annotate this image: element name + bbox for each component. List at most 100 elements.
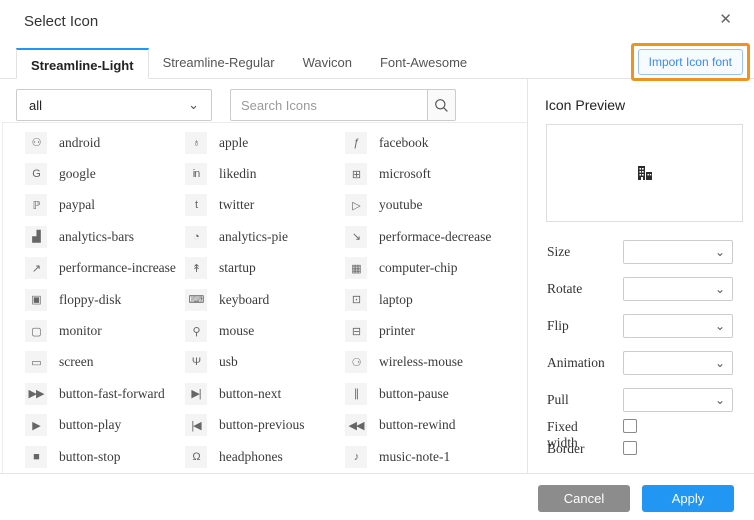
icon-list-item-headphones[interactable]: Ω headphones [185,446,345,468]
list-icon: ⚲ [185,320,207,342]
list-icon: ↘ [345,226,367,248]
pull-select[interactable]: ⌄ [623,388,733,412]
icon-preview-heading: Icon Preview [545,97,625,113]
icon-list-item-performace-decrease[interactable]: ↘ performace-decrease [345,226,505,248]
icon-list-item-printer[interactable]: ⊟ printer [345,320,505,342]
list-icon: ⊡ [345,289,367,311]
category-select[interactable]: all ⌄ [16,89,212,121]
fixed-width-checkbox[interactable] [623,419,637,433]
icon-list-item-computer-chip[interactable]: ▦ computer-chip [345,257,505,279]
size-label: Size [547,244,570,260]
size-select[interactable]: ⌄ [623,240,733,264]
icon-list-panel: ⚇ android ♁ apple ƒ facebook G google [2,122,527,474]
icon-name-label: google [59,166,96,182]
search-area [230,89,456,121]
icon-name-label: button-fast-forward [59,386,165,402]
animation-select[interactable]: ⌄ [623,351,733,375]
search-input[interactable] [230,89,427,121]
icon-list-item-screen[interactable]: ▭ screen [25,351,185,373]
setting-row-animation: Animation ⌄ [547,351,743,375]
icon-name-label: paypal [59,197,95,213]
list-icon: t [185,194,207,216]
icon-list-item-button-stop[interactable]: ■ button-stop [25,446,185,468]
icon-list-item-wireless-mouse[interactable]: ⚆ wireless-mouse [345,351,505,373]
icon-list-item-analytics-pie[interactable]: ◔ analytics-pie [185,226,345,248]
icon-name-label: laptop [379,292,413,308]
border-label: Border [547,441,585,457]
icon-list-item-music-note-1[interactable]: ♪ music-note-1 [345,446,505,468]
icon-list-item-paypal[interactable]: ℙ paypal [25,194,185,216]
dialog-title: Select Icon [24,13,98,30]
icon-name-label: facebook [379,135,428,151]
apply-button[interactable]: Apply [642,485,734,512]
cancel-button[interactable]: Cancel [538,485,630,512]
icon-name-label: floppy-disk [59,292,121,308]
list-icon: ⌨ [185,289,207,311]
chevron-down-icon: ⌄ [715,245,725,259]
icon-list-item-microsoft[interactable]: ⊞ microsoft [345,163,505,185]
list-icon: ⊟ [345,320,367,342]
icon-list-item-floppy-disk[interactable]: ▣ floppy-disk [25,289,185,311]
icon-name-label: screen [59,354,93,370]
icon-list-item-youtube[interactable]: ▷ youtube [345,194,505,216]
tab-streamline-regular[interactable]: Streamline-Regular [149,47,289,78]
icon-name-label: apple [219,135,248,151]
icon-name-label: button-next [219,386,281,402]
category-select-value: all [29,98,42,113]
icon-name-label: wireless-mouse [379,354,463,370]
icon-list-item-twitter[interactable]: t twitter [185,194,345,216]
list-icon: in [185,163,207,185]
setting-row-pull: Pull ⌄ [547,388,743,412]
list-icon: ▷ [345,194,367,216]
icon-list-item-laptop[interactable]: ⊡ laptop [345,289,505,311]
icon-list-item-keyboard[interactable]: ⌨ keyboard [185,289,345,311]
icon-list-item-button-next[interactable]: ▶| button-next [185,383,345,405]
tab-streamline-light[interactable]: Streamline-Light [16,48,149,79]
icon-grid: ⚇ android ♁ apple ƒ facebook G google [3,123,527,474]
icon-list-item-button-previous[interactable]: |◀ button-previous [185,414,345,436]
icon-list-item-analytics-bars[interactable]: ▟ analytics-bars [25,226,185,248]
icon-name-label: microsoft [379,166,431,182]
icon-name-label: button-rewind [379,417,456,433]
icon-list-item-monitor[interactable]: ▢ monitor [25,320,185,342]
icon-list-item-google[interactable]: G google [25,163,185,185]
close-icon[interactable]: ✕ [719,10,732,30]
tab-font-awesome[interactable]: Font-Awesome [366,47,481,78]
tab-wavicon[interactable]: Wavicon [289,47,366,78]
icon-list-item-android[interactable]: ⚇ android [25,132,185,154]
icon-name-label: button-previous [219,417,305,433]
icon-name-label: button-pause [379,386,449,402]
icon-list-item-apple[interactable]: ♁ apple [185,132,345,154]
icon-name-label: monitor [59,323,102,339]
icon-list-item-button-pause[interactable]: ∥ button-pause [345,383,505,405]
list-icon: Ψ [185,351,207,373]
icon-name-label: youtube [379,197,423,213]
vertical-divider [527,79,528,474]
chevron-down-icon: ⌄ [715,319,725,333]
import-icon-font-button[interactable]: Import Icon font [638,49,743,75]
icon-list-item-mouse[interactable]: ⚲ mouse [185,320,345,342]
icon-list-item-button-fast-forward[interactable]: ▶▶ button-fast-forward [25,383,185,405]
icon-list-item-button-play[interactable]: ▶ button-play [25,414,185,436]
icon-list-item-startup[interactable]: ↟ startup [185,257,345,279]
border-checkbox[interactable] [623,441,637,455]
icon-list-item-facebook[interactable]: ƒ facebook [345,132,505,154]
icon-name-label: mouse [219,323,254,339]
flip-label: Flip [547,318,569,334]
icon-list-item-performance-increase[interactable]: ↗ performance-increase [25,257,185,279]
list-icon: ▶▶ [25,383,47,405]
search-button[interactable] [427,89,456,121]
flip-select[interactable]: ⌄ [623,314,733,338]
icon-list-item-button-rewind[interactable]: ◀◀ button-rewind [345,414,505,436]
rotate-select[interactable]: ⌄ [623,277,733,301]
footer-divider [0,473,754,474]
icon-name-label: startup [219,260,256,276]
chevron-down-icon: ⌄ [715,282,725,296]
icon-name-label: analytics-bars [59,229,134,245]
icon-name-label: usb [219,354,238,370]
icon-list-item-likedin[interactable]: in likedin [185,163,345,185]
icon-name-label: button-stop [59,449,121,465]
icon-list-item-usb[interactable]: Ψ usb [185,351,345,373]
list-icon: ∥ [345,383,367,405]
icon-name-label: likedin [219,166,257,182]
